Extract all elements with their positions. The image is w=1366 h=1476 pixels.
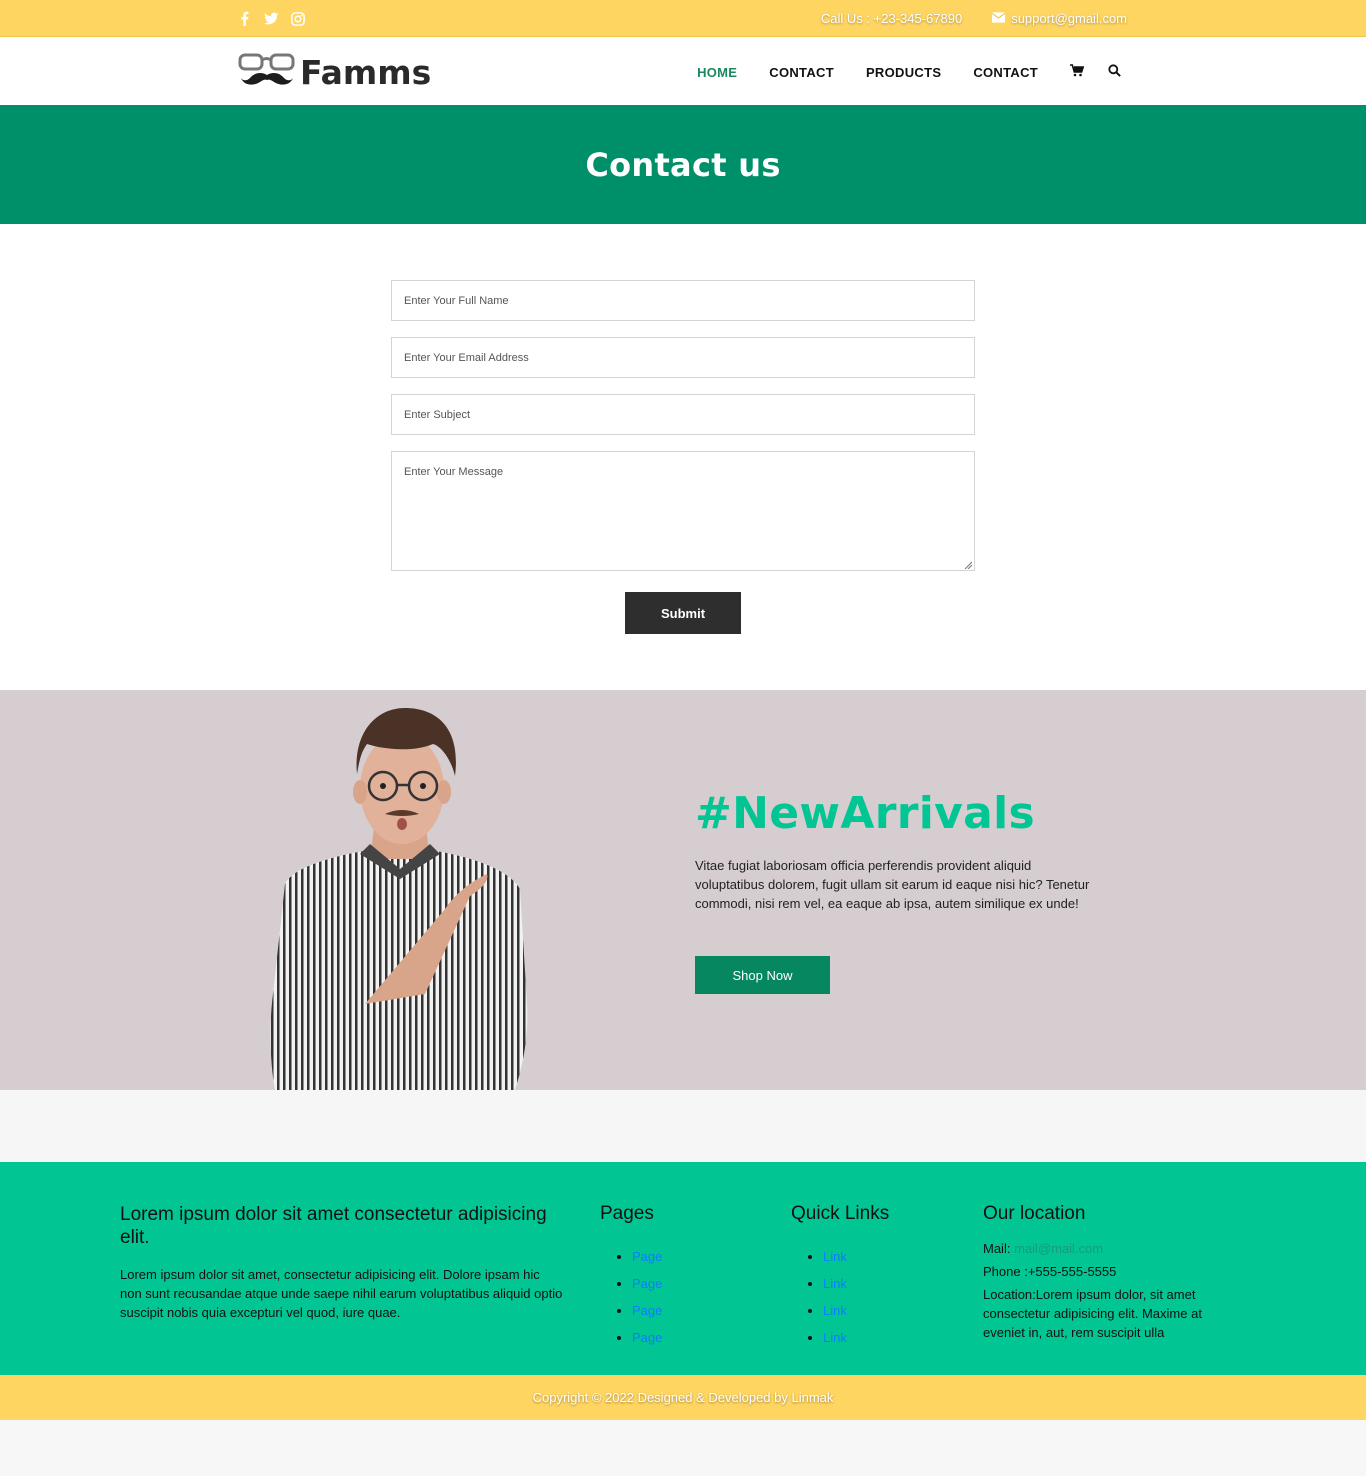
instagram-icon[interactable]: [291, 11, 306, 26]
footer-quick-link[interactable]: Link: [823, 1249, 847, 1264]
footer-mail-link[interactable]: mail@mail.com: [1014, 1241, 1103, 1256]
message-placeholder: Enter Your Message: [404, 466, 504, 478]
full-name-input[interactable]: Enter Your Full Name: [391, 280, 975, 321]
main-navbar: Famms HOME CONTACT PRODUCTS CONTACT: [0, 37, 1366, 105]
nav-item-products[interactable]: PRODUCTS: [866, 65, 941, 80]
support-email[interactable]: support@gmail.com: [991, 11, 1127, 26]
footer-address: Location:Lorem ipsum dolor, sit amet con…: [983, 1287, 1202, 1340]
list-item: Page: [632, 1297, 662, 1324]
list-item: Page: [632, 1324, 662, 1351]
new-arrivals-text: Vitae fugiat laboriosam officia perferen…: [695, 858, 1090, 911]
footer-location-title: Our location: [983, 1203, 1086, 1224]
footer-pages-title: Pages: [600, 1203, 654, 1224]
top-bar: Call Us : +23-345-67890 support@gmail.co…: [0, 0, 1366, 37]
copyright-text: Copyright © 2022 Designed & Developed by…: [532, 1390, 834, 1405]
new-arrivals-section: #NewArrivals Vitae fugiat laboriosam off…: [0, 690, 1366, 1090]
search-icon[interactable]: [1108, 64, 1121, 80]
contact-form-section: Enter Your Full Name Enter Your Email Ad…: [0, 224, 1366, 690]
list-item: Page: [632, 1270, 662, 1297]
footer-quick-link[interactable]: Link: [823, 1303, 847, 1318]
message-textarea[interactable]: Enter Your Message: [391, 451, 975, 571]
page-bottom: [0, 1420, 1366, 1476]
page-title: Contact us: [585, 145, 781, 184]
full-name-placeholder: Enter Your Full Name: [404, 294, 509, 307]
model-photo: [265, 704, 535, 1090]
subject-input[interactable]: Enter Subject: [391, 394, 975, 435]
footer-mail-label: Mail:: [983, 1241, 1011, 1256]
footer-page-link[interactable]: Page: [632, 1249, 662, 1264]
footer-about: Lorem ipsum dolor sit amet consectetur a…: [120, 1203, 565, 1322]
footer-page-link[interactable]: Page: [632, 1276, 662, 1291]
shop-now-button[interactable]: Shop Now: [695, 956, 830, 994]
list-item: Link: [823, 1297, 889, 1324]
footer-pages: Pages Page Page Page Page: [600, 1203, 662, 1351]
support-email-text: support@gmail.com: [1011, 11, 1127, 26]
section-spacer: [0, 1090, 1366, 1162]
footer-quick-link[interactable]: Link: [823, 1276, 847, 1291]
twitter-icon[interactable]: [264, 11, 279, 26]
list-item: Link: [823, 1270, 889, 1297]
nav-item-contact[interactable]: CONTACT: [769, 65, 834, 80]
list-item: Page: [632, 1243, 662, 1270]
envelope-icon: [991, 11, 1006, 26]
new-arrivals-title: #NewArrivals: [695, 788, 1035, 839]
list-item: Link: [823, 1243, 889, 1270]
contact-info: Call Us : +23-345-67890 support@gmail.co…: [821, 11, 1127, 26]
footer-page-link[interactable]: Page: [632, 1330, 662, 1345]
nav-menu: HOME CONTACT PRODUCTS CONTACT: [697, 64, 1121, 80]
copyright-bar: Copyright © 2022 Designed & Developed by…: [0, 1375, 1366, 1420]
footer-quick-link[interactable]: Link: [823, 1330, 847, 1345]
call-us-text: Call Us : +23-345-67890: [820, 11, 963, 26]
footer: Lorem ipsum dolor sit amet consectetur a…: [0, 1162, 1366, 1375]
logo[interactable]: Famms: [238, 52, 431, 92]
submit-button[interactable]: Submit: [625, 592, 741, 634]
footer-quick-links-title: Quick Links: [791, 1203, 890, 1224]
nav-item-contact-2[interactable]: CONTACT: [973, 65, 1038, 80]
list-item: Link: [823, 1324, 889, 1351]
footer-pages-list: Page Page Page Page: [600, 1243, 662, 1351]
logo-text: Famms: [300, 52, 432, 92]
resize-handle-icon[interactable]: [964, 560, 973, 570]
email-input[interactable]: Enter Your Email Address: [391, 337, 975, 378]
footer-location: Our location Mail: mail@mail.com Phone :…: [983, 1203, 1233, 1342]
footer-phone: Phone :+555-555-5555: [983, 1264, 1117, 1279]
footer-about-text: Lorem ipsum dolor sit amet, consectetur …: [120, 1267, 563, 1320]
glasses-mustache-logo-icon: [238, 51, 296, 93]
email-placeholder: Enter Your Email Address: [404, 351, 529, 364]
footer-quick-links-list: Link Link Link Link: [791, 1243, 889, 1351]
footer-quick-links: Quick Links Link Link Link Link: [791, 1203, 889, 1351]
facebook-icon[interactable]: [237, 11, 252, 26]
footer-about-title: Lorem ipsum dolor sit amet consectetur a…: [120, 1204, 547, 1248]
page-hero: Contact us: [0, 105, 1366, 224]
footer-mail-line: Mail: mail@mail.com: [983, 1239, 1233, 1258]
nav-item-home[interactable]: HOME: [697, 65, 737, 80]
footer-page-link[interactable]: Page: [632, 1303, 662, 1318]
cart-icon[interactable]: [1070, 64, 1085, 80]
subject-placeholder: Enter Subject: [404, 408, 471, 421]
social-links: [237, 11, 306, 26]
